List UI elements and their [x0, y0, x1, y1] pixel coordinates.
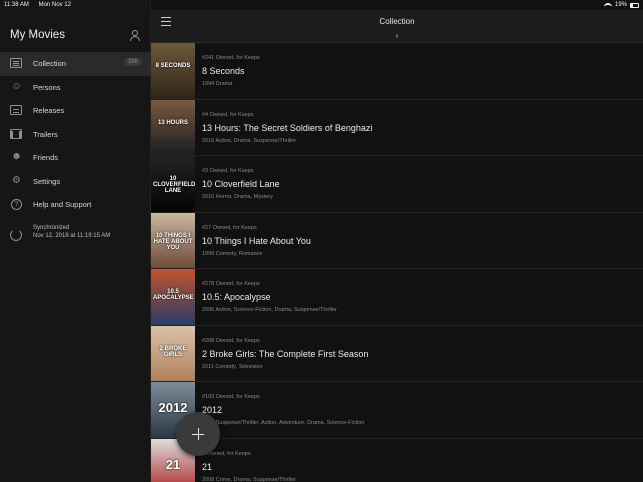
gear-icon: ⚙: [12, 174, 21, 186]
movie-meta: #268 Owned, for Keeps: [202, 337, 260, 344]
movie-title: 10 Things I Hate About You: [202, 235, 311, 246]
persons-icon: ☺: [11, 80, 22, 92]
movie-title: 10.5: Apocalypse: [202, 292, 271, 302]
wifi-icon: [603, 2, 612, 8]
sidebar-item-label: Settings: [33, 176, 61, 186]
list-item[interactable]: 2 BROKE GIRLS #268 Owned, for Keeps 2 Brok…: [151, 325, 643, 382]
page-title: Collection: [379, 17, 415, 26]
movie-genre: 1994 Drama: [202, 81, 233, 87]
main-content: Collection # 8 SECONDS #241 Owned, for Ke…: [151, 0, 643, 482]
sidebar-item-help[interactable]: ? Help and Support: [0, 193, 151, 217]
movie-genre: 2009 Suspense/Thriller, Action, Adventur…: [202, 420, 365, 426]
battery-percent: 19%: [614, 2, 627, 8]
sidebar-item-collection[interactable]: Collection 388: [0, 52, 151, 76]
releases-icon: [10, 104, 23, 116]
poster-text: 21: [165, 456, 181, 472]
movie-genre: 2011 Comedy, Television: [202, 363, 263, 370]
sidebar-item-friends[interactable]: ☻ Friends: [0, 146, 151, 170]
user-icon[interactable]: [130, 30, 140, 41]
sync-icon: [10, 229, 22, 241]
sidebar-item-label: Friends: [33, 153, 59, 162]
poster-text: 10 CLOVERFIELD LANE: [153, 176, 195, 194]
sidebar-item-trailers[interactable]: Trailers: [0, 123, 151, 147]
movie-meta: #4 Owned, for Keeps: [202, 111, 254, 118]
sidebar-item-persons[interactable]: ☺ Persons: [0, 76, 151, 100]
movie-genre: 2016 Horror, Drama, Mystery: [202, 194, 273, 200]
list-item[interactable]: 10.5 APOCALYPSE #278 Owned, for Keeps 10.5…: [151, 269, 643, 326]
help-icon: ?: [11, 199, 22, 210]
list-item[interactable]: 10 THINGS I HATE ABOUT YOU #27 Owned, for…: [151, 212, 643, 269]
movie-title: 10 Cloverfield Lane: [202, 179, 280, 189]
status-bar: 11:38 AM Mon Nov 12 19%: [0, 0, 643, 10]
sidebar-item-label: Persons: [33, 82, 61, 92]
sync-time: Nov 12, 2018 at 11:19:15 AM: [33, 233, 111, 239]
sidebar-item-label: Collection: [33, 59, 66, 68]
movie-poster: 10 CLOVERFIELD LANE: [151, 156, 195, 212]
status-time: 11:38 AM: [4, 2, 29, 8]
movie-meta: #241 Owned, for Keeps: [202, 55, 260, 61]
poster-text: 13 HOURS: [157, 119, 188, 126]
sidebar-item-label: Help and Support: [33, 200, 92, 209]
movie-genre: 1999 Comedy, Romance: [202, 250, 263, 257]
movie-poster: 10 THINGS I HATE ABOUT YOU: [151, 212, 195, 268]
movie-poster: 8 SECONDS: [151, 43, 195, 99]
battery-icon: [630, 2, 639, 8]
status-date: Mon Nov 12: [38, 2, 71, 8]
list-item[interactable]: 2012 #103 Owned, for Keeps 2012 2009 Suspen…: [151, 382, 643, 439]
trailers-icon: [10, 128, 23, 140]
movie-meta: #27 Owned, for Keeps: [202, 224, 257, 231]
movie-meta: #278 Owned, for Keeps: [202, 281, 260, 287]
movie-genre: 2008 Crime, Drama, Suspense/Thriller: [202, 476, 296, 482]
poster-text: 2012: [158, 400, 188, 415]
movie-title: 21: [202, 461, 213, 472]
list-item[interactable]: 21 # Owned, for Keeps 21 2008 Crime, Drama,…: [151, 438, 643, 482]
movie-meta: #103 Owned, for Keeps: [202, 394, 260, 400]
movie-meta: #3 Owned, for Keeps: [202, 168, 254, 174]
count-badge: 388: [123, 58, 142, 66]
friends-icon: ☻: [11, 151, 22, 162]
sidebar-item-label: Trailers: [33, 129, 58, 139]
movie-title: 8 Seconds: [202, 66, 245, 76]
sync-label: Synchronized: [33, 225, 70, 231]
list-item[interactable]: 13 HOURS #4 Owned, for Keeps 13 Hours: The…: [151, 99, 643, 156]
movie-genre: 2016 Action, Drama, Suspense/Thriller: [202, 137, 297, 144]
sidebar-item-releases[interactable]: Releases: [0, 99, 151, 123]
poster-text: 8 SECONDS: [155, 63, 191, 69]
movie-title: 13 Hours: The Secret Soldiers of Benghaz…: [202, 122, 373, 133]
list-item[interactable]: 10 CLOVERFIELD LANE #3 Owned, for Keeps 10…: [151, 156, 643, 213]
sync-status[interactable]: Synchronized Nov 12, 2018 at 11:19:15 AM: [0, 222, 151, 246]
app-title: My Movies: [10, 29, 65, 41]
movie-list: 8 SECONDS #241 Owned, for Keeps 8 Seconds 1…: [151, 43, 643, 482]
header: Collection #: [151, 10, 643, 43]
movie-poster: 13 HOURS: [151, 99, 195, 155]
poster-text: 10 THINGS I HATE ABOUT YOU: [153, 232, 193, 251]
sidebar-item-settings[interactable]: ⚙ Settings: [0, 170, 151, 194]
sidebar-item-label: Releases: [33, 106, 65, 115]
movie-poster: 10.5 APOCALYPSE: [151, 269, 195, 325]
poster-text: 2 BROKE GIRLS: [159, 345, 187, 358]
list-item[interactable]: 8 SECONDS #241 Owned, for Keeps 8 Seconds 1…: [151, 43, 643, 100]
collection-icon: [10, 57, 23, 69]
movie-genre: 2006 Action, Science-Fiction, Drama, Sus…: [202, 307, 337, 313]
section-index[interactable]: #: [151, 34, 643, 40]
movie-title: 2 Broke Girls: The Complete First Season: [202, 348, 369, 359]
poster-text: 10.5 APOCALYPSE: [153, 289, 194, 301]
sidebar: My Movies Collection 388 ☺ Persons Relea…: [0, 0, 151, 482]
add-button[interactable]: [176, 412, 220, 456]
movie-poster: 2 BROKE GIRLS: [151, 325, 195, 381]
sidebar-nav: Collection 388 ☺ Persons Releases Traile…: [0, 52, 151, 217]
